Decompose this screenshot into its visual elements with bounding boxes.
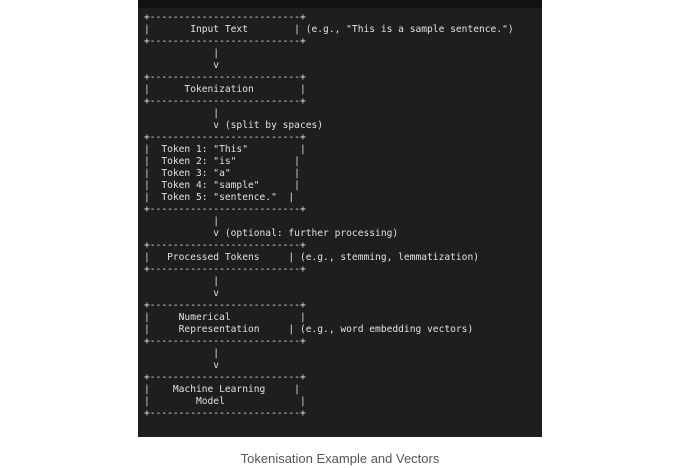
diagram-line: v (split by spaces) bbox=[144, 120, 324, 131]
diagram-line: +--------------------------+ bbox=[144, 372, 306, 383]
diagram-line: +--------------------------+ bbox=[144, 204, 306, 215]
diagram-line: +--------------------------+ bbox=[144, 72, 306, 83]
diagram-line: | Token 2: "is" | bbox=[144, 156, 300, 167]
figure-caption: Tokenisation Example and Vectors bbox=[240, 451, 440, 466]
diagram-line: +--------------------------+ bbox=[144, 12, 306, 23]
diagram-line: | Representation | (e.g., word embedding… bbox=[144, 324, 474, 335]
diagram-line: +--------------------------+ bbox=[144, 408, 306, 419]
code-block-top-bar bbox=[138, 0, 542, 8]
diagram-line: +--------------------------+ bbox=[144, 240, 306, 251]
ascii-flow-diagram: +--------------------------+ | Input Text… bbox=[144, 12, 514, 420]
diagram-line: | bbox=[144, 216, 220, 227]
diagram-line: | Model | bbox=[144, 396, 306, 407]
diagram-line: | Machine Learning | bbox=[144, 384, 300, 395]
diagram-line: | bbox=[144, 48, 220, 59]
diagram-line: v bbox=[144, 60, 220, 71]
diagram-line: | Input Text | (e.g., "This is a sample … bbox=[144, 24, 514, 35]
diagram-line: | Token 4: "sample" | bbox=[144, 180, 300, 191]
diagram-line: v bbox=[144, 288, 220, 299]
diagram-line: | bbox=[144, 276, 220, 287]
diagram-line: +--------------------------+ bbox=[144, 300, 306, 311]
diagram-line: | Numerical | bbox=[144, 312, 306, 323]
diagram-line: | Processed Tokens | (e.g., stemming, le… bbox=[144, 252, 480, 263]
diagram-line: +--------------------------+ bbox=[144, 264, 306, 275]
diagram-line: | bbox=[144, 348, 220, 359]
diagram-line: | Tokenization | bbox=[144, 84, 306, 95]
diagram-line: | bbox=[144, 108, 220, 119]
diagram-line: | Token 3: "a" | bbox=[144, 168, 300, 179]
diagram-line: | Token 1: "This" | bbox=[144, 144, 306, 155]
diagram-line: | Token 5: "sentence." | bbox=[144, 192, 295, 203]
code-block: +--------------------------+ | Input Text… bbox=[138, 0, 542, 437]
diagram-line: +--------------------------+ bbox=[144, 132, 306, 143]
diagram-line: +--------------------------+ bbox=[144, 96, 306, 107]
diagram-line: +--------------------------+ bbox=[144, 336, 306, 347]
diagram-line: v bbox=[144, 360, 220, 371]
diagram-line: v (optional: further processing) bbox=[144, 228, 399, 239]
diagram-line: +--------------------------+ bbox=[144, 36, 306, 47]
